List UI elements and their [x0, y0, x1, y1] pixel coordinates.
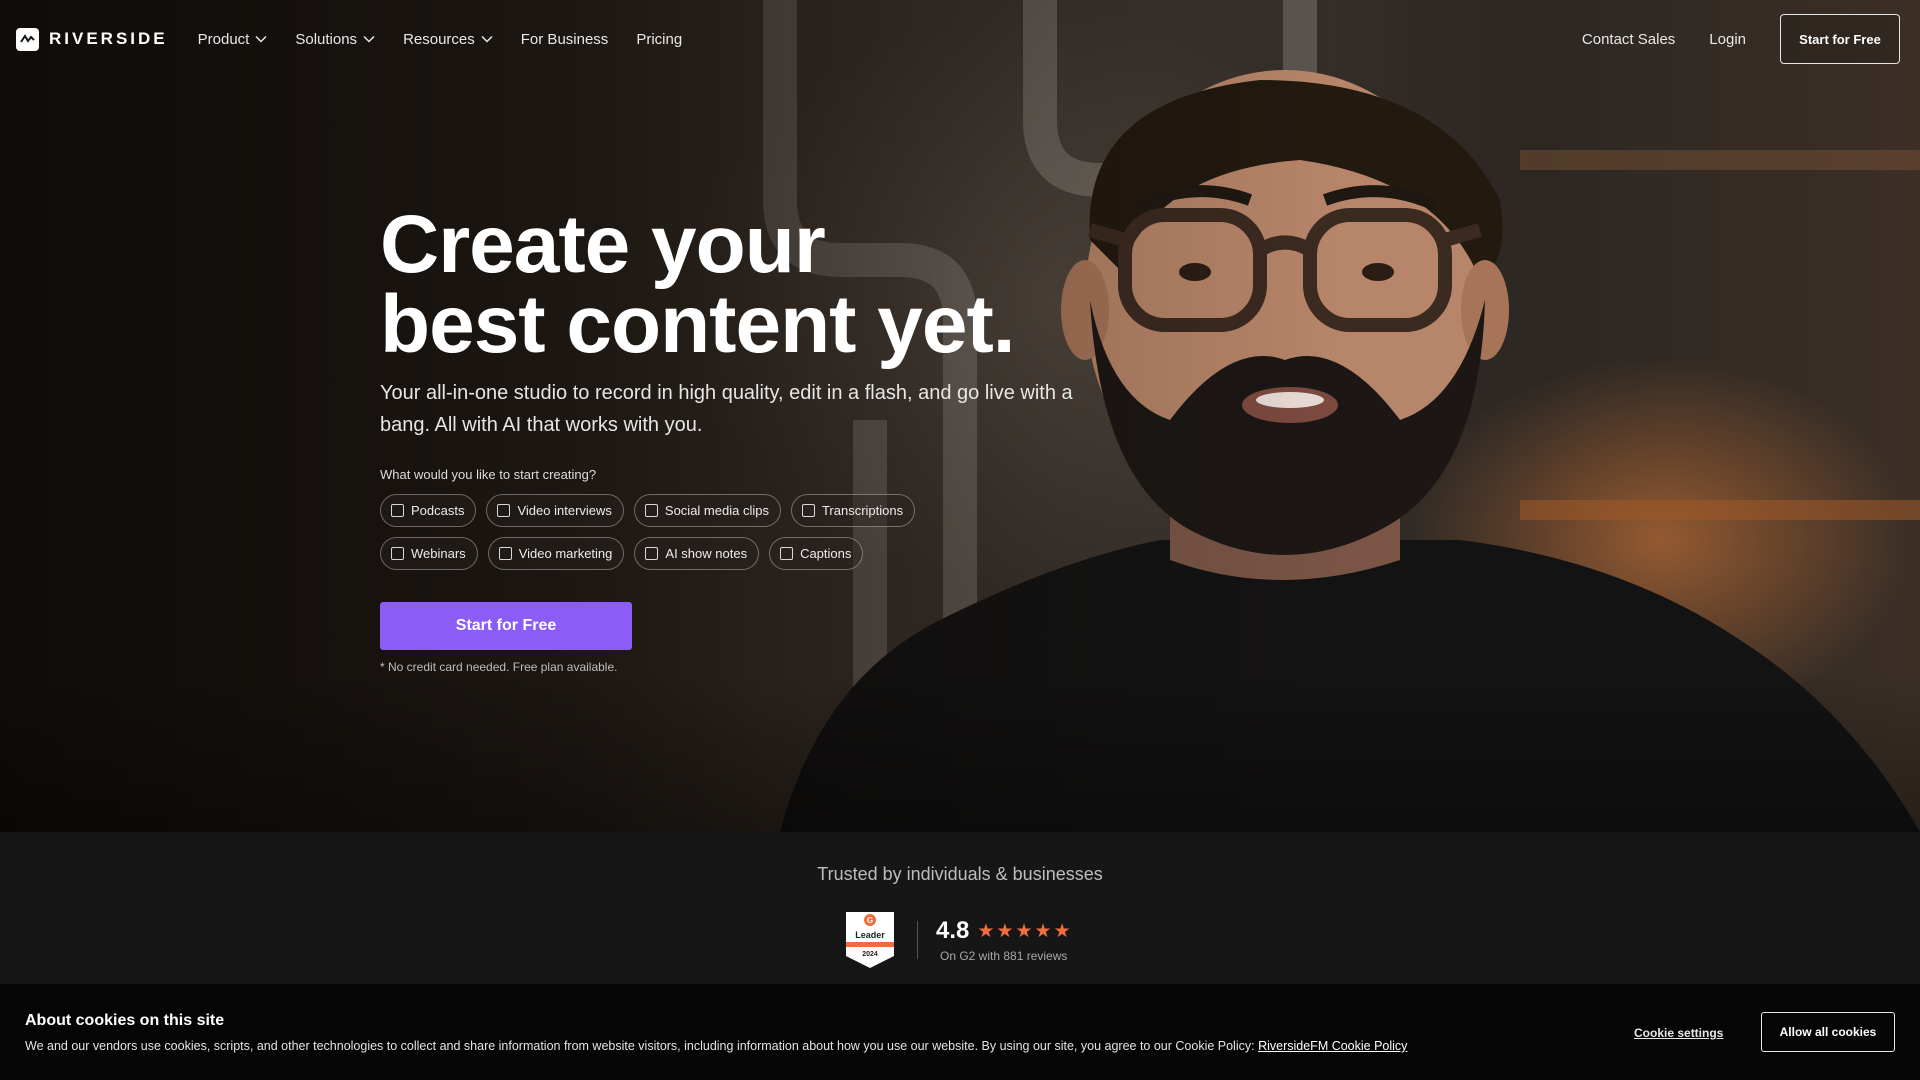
nav-item-label: Solutions [295, 30, 358, 48]
g2-badge-letter: G [867, 916, 873, 925]
divider [917, 921, 918, 959]
nav-item-label: For Business [520, 30, 609, 48]
content-type-chips: Podcasts Video interviews Social media c… [380, 494, 1080, 570]
star-icon: ★ [977, 920, 995, 942]
chevron-down-icon [255, 35, 267, 43]
chip-social-media-clips[interactable]: Social media clips [633, 494, 781, 527]
nav-item-solutions[interactable]: Solutions [295, 31, 375, 48]
nav-item-label: Pricing [636, 30, 683, 48]
top-navigation: RIVERSIDE Product Solutions Resources Fo… [0, 0, 1920, 78]
nav-right-group: Contact Sales Login Start for Free [1582, 14, 1904, 64]
checkbox[interactable] [645, 547, 659, 560]
g2-badge-label: Leader [855, 930, 885, 940]
chip-label: Transcriptions [821, 503, 904, 518]
hero-start-free-button[interactable]: Start for Free [380, 602, 632, 650]
riverside-logo-icon [16, 27, 39, 51]
chip-podcasts[interactable]: Podcasts [380, 494, 477, 527]
checkbox[interactable] [780, 547, 794, 560]
nav-start-free-button[interactable]: Start for Free [1780, 14, 1900, 64]
chip-label: Video interviews [517, 503, 612, 518]
no-credit-card-note: * No credit card needed. Free plan avail… [380, 660, 618, 674]
rating-value: 4.8 [936, 917, 970, 944]
nav-item-resources[interactable]: Resources [403, 31, 493, 48]
cookie-banner: About cookies on this site We and our ve… [0, 984, 1920, 1080]
nav-item-for-business[interactable]: For Business [521, 31, 609, 48]
chip-video-marketing[interactable]: Video marketing [487, 537, 625, 570]
login-link[interactable]: Login [1709, 31, 1746, 48]
nav-item-label: Resources [403, 30, 475, 48]
chip-row-1: Podcasts Video interviews Social media c… [380, 494, 1080, 527]
headline-line-2: best content yet. [380, 279, 1016, 370]
chevron-down-icon [363, 35, 375, 43]
rating-info: 4.8 ★ ★ ★ ★ ★ On G2 with 881 reviews [936, 917, 1071, 963]
checkbox[interactable] [801, 504, 815, 517]
g2-badge-year: 2024 [862, 951, 878, 958]
cookie-description: We and our vendors use cookies, scripts,… [25, 1039, 1895, 1053]
star-icon: ★ [996, 920, 1014, 942]
star-rating: ★ ★ ★ ★ ★ [977, 922, 1070, 941]
hero-bottom-fade [0, 672, 1920, 832]
nav-item-label: Product [197, 30, 250, 48]
chip-label: Podcasts [411, 503, 465, 518]
star-icon: ★ [1015, 920, 1033, 942]
chip-label: Webinars [411, 546, 466, 561]
checkbox[interactable] [391, 504, 404, 517]
creation-question: What would you like to start creating? [380, 467, 597, 482]
trust-title: Trusted by individuals & businesses [817, 864, 1103, 884]
chip-label: Video marketing [518, 546, 613, 561]
hero-content: Create your best content yet. Your all-i… [380, 199, 1080, 674]
chip-label: AI show notes [665, 546, 748, 561]
checkbox[interactable] [391, 547, 404, 560]
chip-video-interviews[interactable]: Video interviews [486, 494, 624, 527]
contact-sales-link[interactable]: Contact Sales [1582, 31, 1675, 48]
chip-webinars[interactable]: Webinars [380, 537, 478, 570]
chip-label: Social media clips [664, 503, 769, 518]
checkbox[interactable] [498, 547, 512, 560]
hero-subheadline: Your all-in-one studio to record in high… [380, 382, 1073, 436]
cookie-settings-button[interactable]: Cookie settings [1634, 1026, 1723, 1040]
nav-item-pricing[interactable]: Pricing [636, 31, 682, 48]
chip-captions[interactable]: Captions [769, 537, 864, 570]
chevron-down-icon [481, 35, 493, 43]
rating-line: 4.8 ★ ★ ★ ★ ★ [936, 917, 1071, 945]
cookie-text: We and our vendors use cookies, scripts,… [25, 1039, 1255, 1053]
headline-line-1: Create your [380, 199, 826, 290]
chip-label: Captions [800, 546, 852, 561]
star-icon: ★ [1034, 920, 1052, 942]
cookie-policy-link[interactable]: RiversideFM Cookie Policy [1258, 1039, 1407, 1053]
chip-transcriptions[interactable]: Transcriptions [790, 494, 916, 527]
logo-text: RIVERSIDE [49, 29, 168, 48]
g2-rating-block: G Leader 2024 4.8 ★ ★ ★ ★ ★ On G2 with 8… [843, 910, 1071, 970]
review-count: On G2 with 881 reviews [940, 949, 1068, 963]
cookie-title: About cookies on this site [25, 1012, 225, 1029]
nav-item-product[interactable]: Product [198, 31, 268, 48]
chip-row-2: Webinars Video marketing AI show notes C… [380, 537, 1080, 570]
trust-section: Trusted by individuals & businesses G Le… [0, 832, 1920, 984]
riverside-logo[interactable]: RIVERSIDE [16, 27, 168, 51]
hero-headline: Create your best content yet. [380, 199, 1080, 370]
g2-leader-badge: G Leader 2024 [846, 912, 894, 968]
checkbox[interactable] [497, 504, 511, 517]
star-icon: ★ [1053, 920, 1071, 942]
allow-all-cookies-button[interactable]: Allow all cookies [1761, 1012, 1895, 1052]
chip-ai-show-notes[interactable]: AI show notes [634, 537, 760, 570]
checkbox[interactable] [644, 504, 658, 517]
